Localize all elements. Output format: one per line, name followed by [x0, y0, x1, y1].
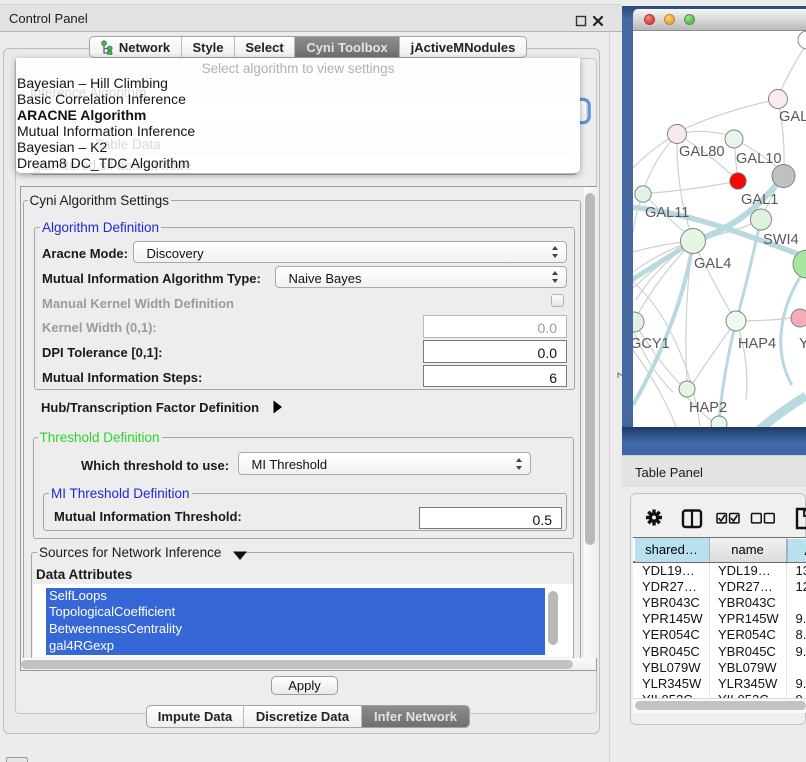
svg-text:GAL4: GAL4 [694, 256, 731, 272]
svg-text:HAP4: HAP4 [738, 336, 776, 352]
svg-text:GAL11: GAL11 [645, 205, 689, 221]
svg-text:GCY1: GCY1 [633, 336, 670, 352]
svg-text:SWI4: SWI4 [763, 232, 799, 248]
svg-text:GAL80: GAL80 [679, 144, 724, 160]
svg-text:GAL10: GAL10 [736, 151, 781, 167]
svg-text:GAL2: GAL2 [779, 109, 806, 125]
svg-text:HAP2: HAP2 [689, 400, 727, 416]
svg-text:YJL: YJL [799, 336, 806, 352]
svg-text:GAL1: GAL1 [741, 192, 778, 208]
